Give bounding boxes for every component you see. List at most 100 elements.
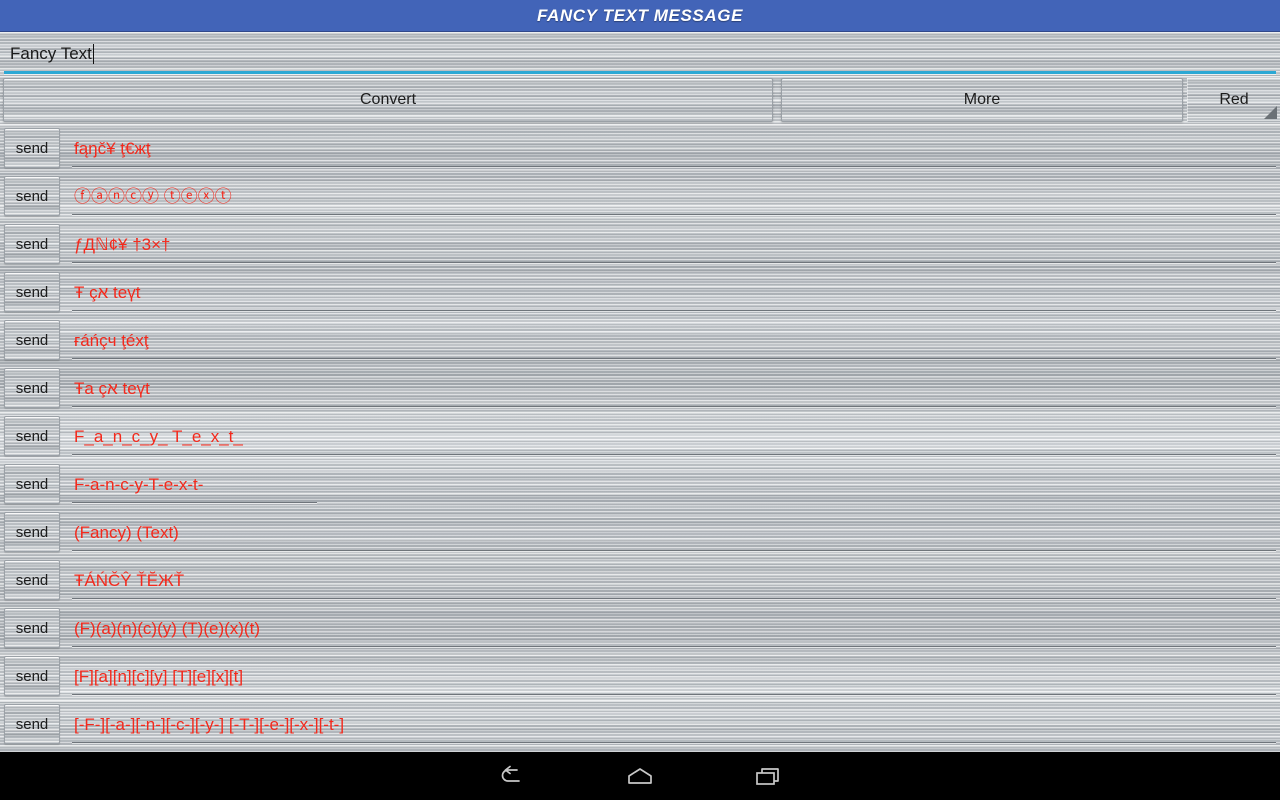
list-item[interactable]: send (F)(a)(n)(c)(y) (T)(e)(x)(t) [0, 604, 1280, 652]
list-item[interactable]: send fąŋč¥ ţ€жţ [0, 124, 1280, 172]
fancy-text-input[interactable]: Fancy Text [0, 32, 1280, 76]
field-underline [72, 646, 1276, 647]
send-button[interactable]: send [4, 272, 60, 312]
color-spinner[interactable]: Red [1187, 78, 1280, 122]
fancy-text-value: Ŧa çא teүt [74, 378, 150, 398]
fancy-text-field[interactable]: (Fancy) (Text) [72, 512, 1280, 552]
input-focus-underline [4, 71, 1276, 74]
list-item[interactable]: send Ŧa çא teүt [0, 364, 1280, 412]
field-underline [72, 742, 1276, 743]
fancy-text-field[interactable]: [-F-][-a-][-n-][-c-][-y-] [-T-][-e-][-x-… [72, 704, 1280, 744]
send-button[interactable]: send [4, 128, 60, 168]
fancy-text-field[interactable]: [F][a][n][c][y] [T][e][x][t] [72, 656, 1280, 696]
list-item[interactable]: send ŦÁŃČŶ ŤĔЖŤ [0, 556, 1280, 604]
send-button[interactable]: send [4, 224, 60, 264]
field-underline [72, 598, 1276, 599]
field-underline [72, 262, 1276, 263]
send-button-label: send [15, 427, 49, 445]
list-item[interactable]: send ƒДℕ¢¥ †3×† [0, 220, 1280, 268]
send-button[interactable]: send [4, 512, 60, 552]
button-bar: Convert More Red [0, 76, 1280, 124]
send-button[interactable]: send [4, 608, 60, 648]
fancy-text-field[interactable]: Ŧ çא teүt [72, 272, 1280, 312]
send-button[interactable]: send [4, 656, 60, 696]
fancy-text-value: fąŋč¥ ţ€жţ [74, 138, 151, 158]
android-nav-bar [0, 752, 1280, 800]
send-button-label: send [15, 331, 49, 349]
back-button[interactable] [448, 752, 576, 800]
field-underline [72, 214, 1276, 215]
fancy-text-list[interactable]: send fąŋč¥ ţ€жţ send ⓕⓐⓝⓒⓨ ⓣⓔⓧⓣ send ƒДℕ¢¥ †3… [0, 124, 1280, 752]
text-caret [92, 44, 94, 64]
send-button-label: send [15, 283, 49, 301]
fancy-text-field[interactable]: ƒДℕ¢¥ †3×† [72, 224, 1280, 264]
fancy-text-value: (Fancy) (Text) [74, 522, 179, 542]
fancy-text-field[interactable]: (F)(a)(n)(c)(y) (T)(e)(x)(t) [72, 608, 1280, 648]
fancy-text-field[interactable]: fąŋč¥ ţ€жţ [72, 128, 1280, 168]
list-item[interactable]: send ғáńçч ţéxţ [0, 316, 1280, 364]
send-button-label: send [15, 187, 49, 205]
list-item[interactable]: send Ŧ çא teүt [0, 268, 1280, 316]
send-button-label: send [15, 235, 49, 253]
fancy-text-field[interactable]: ғáńçч ţéxţ [72, 320, 1280, 360]
send-button-label: send [15, 571, 49, 589]
recents-icon [752, 764, 784, 788]
send-button[interactable]: send [4, 368, 60, 408]
list-item[interactable]: send [-F-][-a-][-n-][-c-][-y-] [-T-][-e-]… [0, 700, 1280, 748]
field-underline [72, 502, 317, 503]
fancy-text-value: ғáńçч ţéxţ [74, 330, 149, 350]
send-button[interactable]: send [4, 464, 60, 504]
fancy-text-field[interactable]: F-a-n-c-y-T-e-x-t- [72, 464, 1280, 504]
send-button[interactable]: send [4, 176, 60, 216]
back-icon [497, 763, 527, 789]
fancy-text-value: [F][a][n][c][y] [T][e][x][t] [74, 666, 244, 686]
list-item[interactable]: send F_a_n_c_y_ T_e_x_t_ [0, 412, 1280, 460]
send-button-label: send [15, 139, 49, 157]
input-row: Fancy Text [0, 32, 1280, 76]
send-button[interactable]: send [4, 320, 60, 360]
field-underline [72, 406, 1276, 407]
fancy-text-value: [-F-][-a-][-n-][-c-][-y-] [-T-][-e-][-x-… [74, 714, 345, 734]
fancy-text-field[interactable]: ⓕⓐⓝⓒⓨ ⓣⓔⓧⓣ [72, 176, 1280, 216]
home-button[interactable] [576, 752, 704, 800]
field-underline [72, 358, 1276, 359]
convert-button[interactable]: Convert [3, 78, 773, 122]
recents-button[interactable] [704, 752, 832, 800]
send-button-label: send [15, 715, 49, 733]
fancy-text-value: Ŧ çא teүt [74, 282, 141, 302]
send-button-label: send [15, 667, 49, 685]
send-button[interactable]: send [4, 704, 60, 744]
fancy-text-value: (F)(a)(n)(c)(y) (T)(e)(x)(t) [74, 618, 260, 638]
field-underline [72, 454, 1276, 455]
list-item[interactable]: send ⓕⓐⓝⓒⓨ ⓣⓔⓧⓣ [0, 172, 1280, 220]
fancy-text-input-value: Fancy Text [10, 44, 92, 63]
field-underline [72, 310, 1276, 311]
send-button[interactable]: send [4, 416, 60, 456]
field-underline [72, 694, 1276, 695]
app-title: FANCY TEXT MESSAGE [536, 5, 744, 25]
convert-button-label: Convert [359, 91, 417, 108]
fancy-text-value: ⓕⓐⓝⓒⓨ ⓣⓔⓧⓣ [74, 186, 232, 206]
field-underline [72, 550, 1276, 551]
fancy-text-field[interactable]: Ŧa çא teүt [72, 368, 1280, 408]
chevron-down-icon [1264, 106, 1277, 119]
send-button-label: send [15, 619, 49, 637]
send-button[interactable]: send [4, 560, 60, 600]
title-bar: FANCY TEXT MESSAGE [0, 0, 1280, 32]
fancy-text-value: ƒДℕ¢¥ †3×† [74, 234, 171, 254]
fancy-text-value: ŦÁŃČŶ ŤĔЖŤ [74, 570, 185, 590]
fancy-text-value: F_a_n_c_y_ T_e_x_t_ [74, 426, 243, 446]
list-item[interactable]: send (Fancy) (Text) [0, 508, 1280, 556]
app-window: FANCY TEXT MESSAGE Fancy Text Convert Mo… [0, 0, 1280, 800]
send-button-label: send [15, 475, 49, 493]
fancy-text-field[interactable]: F_a_n_c_y_ T_e_x_t_ [72, 416, 1280, 456]
fancy-text-field[interactable]: ŦÁŃČŶ ŤĔЖŤ [72, 560, 1280, 600]
fancy-text-value: F-a-n-c-y-T-e-x-t- [74, 474, 204, 494]
more-button-label: More [963, 91, 1001, 108]
more-button[interactable]: More [781, 78, 1183, 122]
list-item[interactable]: send F-a-n-c-y-T-e-x-t- [0, 460, 1280, 508]
send-button-label: send [15, 379, 49, 397]
list-item[interactable]: send [F][a][n][c][y] [T][e][x][t] [0, 652, 1280, 700]
home-icon [624, 764, 656, 788]
color-spinner-value: Red [1219, 91, 1249, 108]
